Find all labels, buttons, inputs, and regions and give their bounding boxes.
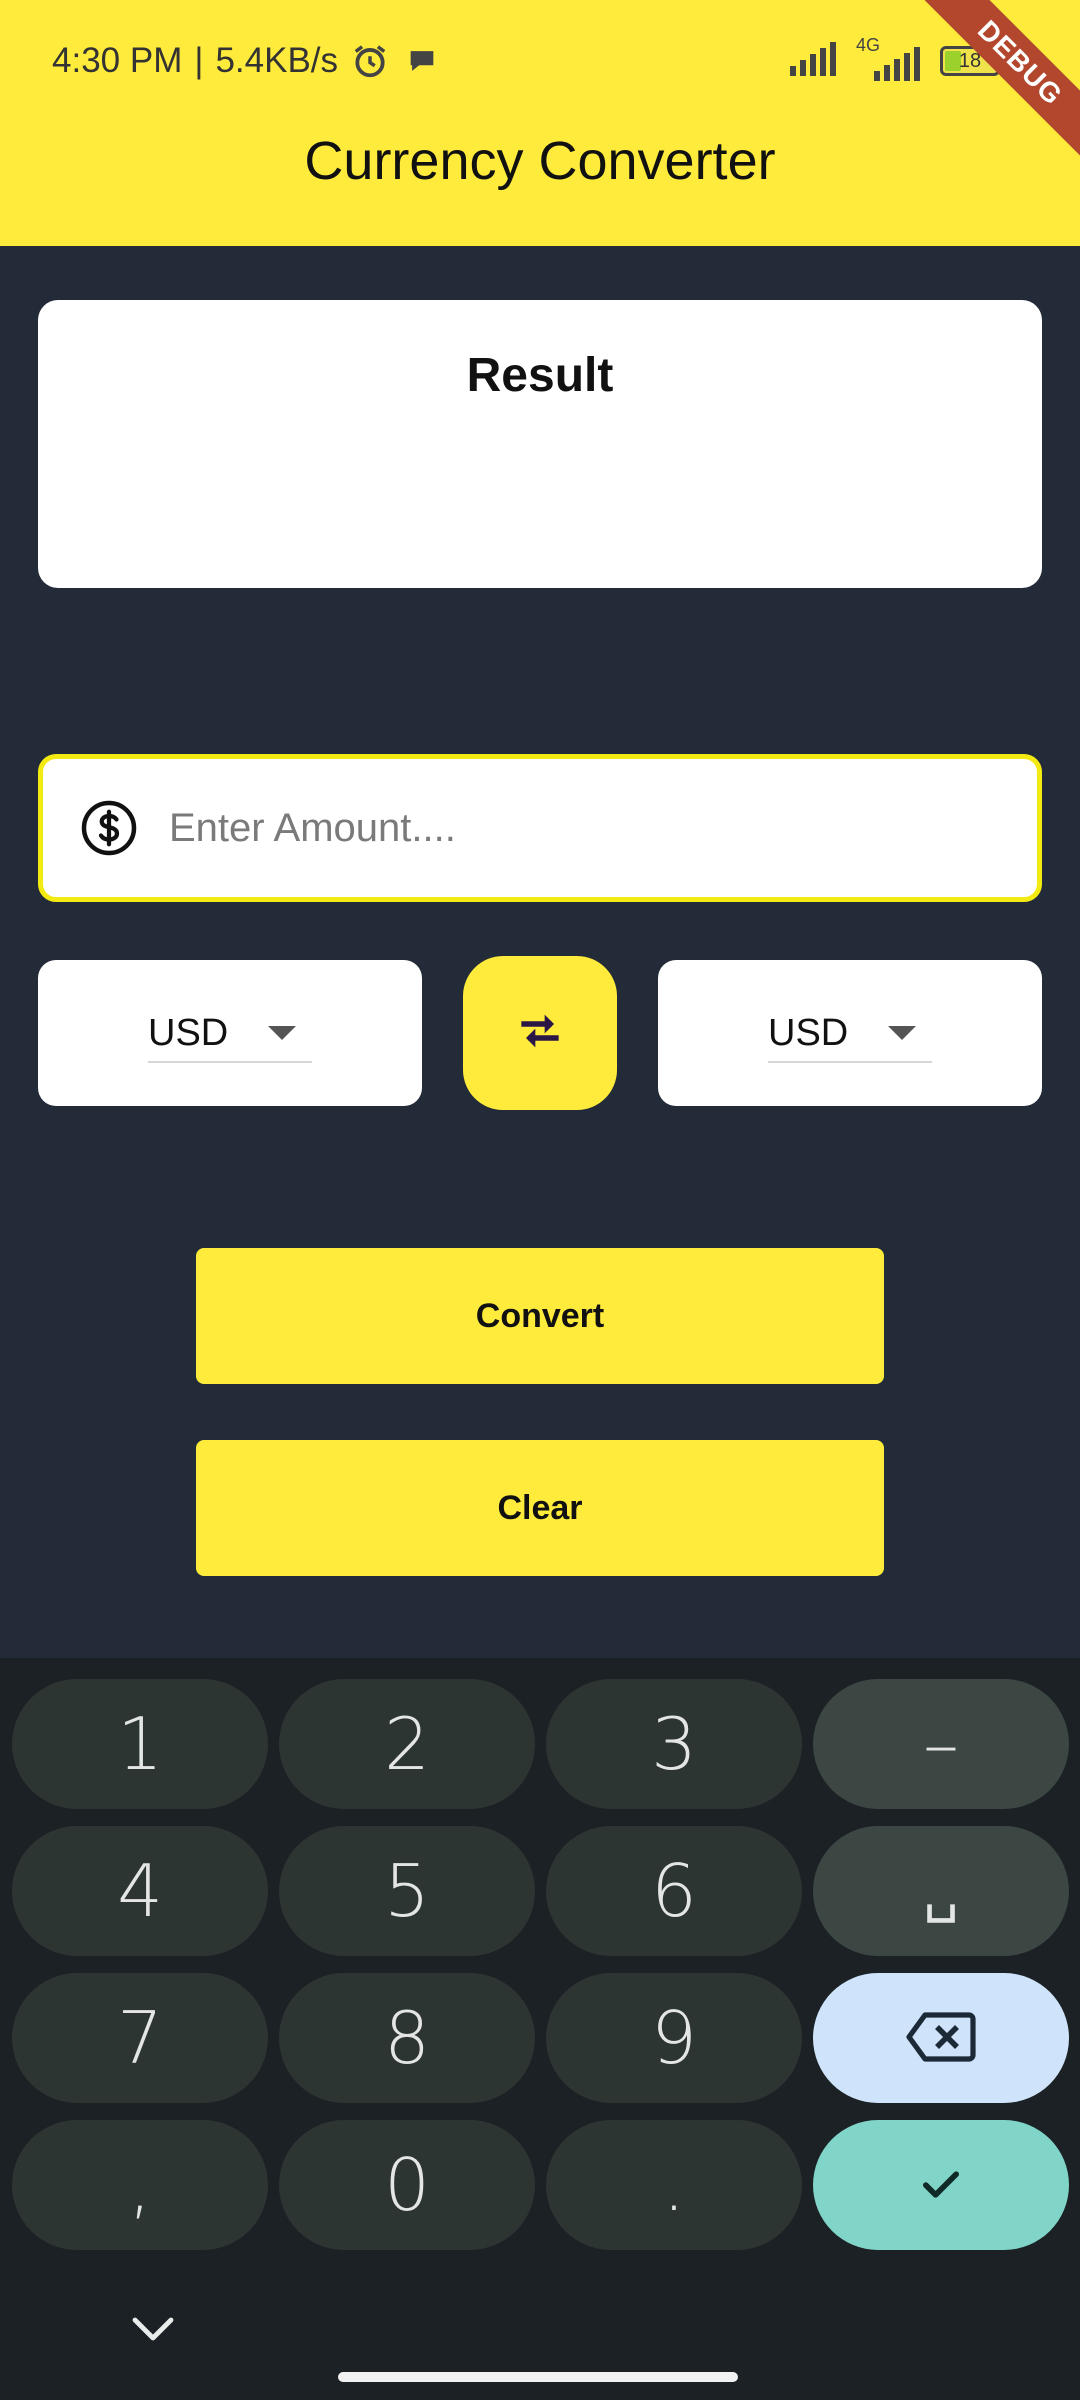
to-currency-dropdown[interactable]: USD: [658, 960, 1042, 1106]
key-8[interactable]: 8: [279, 1973, 535, 2103]
dropdown-arrow-icon: [888, 1026, 916, 1040]
alarm-icon: [350, 41, 390, 81]
result-title: Result: [466, 349, 614, 402]
key-4[interactable]: 4: [12, 1826, 268, 1956]
backspace-icon: [905, 1996, 977, 2080]
amount-input[interactable]: [169, 805, 989, 851]
key-5[interactable]: 5: [279, 1826, 535, 1956]
amount-field[interactable]: [38, 754, 1042, 902]
key-3[interactable]: 3: [546, 1679, 802, 1809]
hide-keyboard-chevron-icon[interactable]: [118, 2300, 188, 2360]
signal-icon: [790, 41, 842, 81]
page-title: Currency Converter: [304, 131, 776, 191]
key-0[interactable]: 0: [279, 2120, 535, 2250]
key-space[interactable]: ␣: [813, 1826, 1069, 1956]
key-minus[interactable]: –: [813, 1679, 1069, 1809]
status-time: 4:30 PM: [52, 41, 183, 80]
swap-button[interactable]: [463, 956, 617, 1110]
convert-button[interactable]: Convert: [196, 1248, 884, 1384]
home-indicator[interactable]: [338, 2372, 738, 2382]
key-6[interactable]: 6: [546, 1826, 802, 1956]
status-bar: 4:30 PM | 5.4KB/s: [52, 36, 442, 86]
status-speed: 5.4KB/s: [215, 41, 339, 80]
key-9[interactable]: 9: [546, 1973, 802, 2103]
chat-bubble-icon: [402, 41, 442, 81]
screen: 4:30 PM | 5.4KB/s 4G 18 DEBUG Currency C…: [0, 0, 1080, 2400]
key-7[interactable]: 7: [12, 1973, 268, 2103]
numeric-keyboard: 1 2 3 – 4 5 6 ␣ 7 8 9 , 0 .: [0, 1658, 1080, 2400]
clear-button[interactable]: Clear: [196, 1440, 884, 1576]
dropdown-arrow-icon: [268, 1026, 296, 1040]
check-icon: [915, 2143, 967, 2227]
key-1[interactable]: 1: [12, 1679, 268, 1809]
from-currency-value: USD: [148, 1011, 229, 1054]
dollar-circle-icon: [79, 798, 139, 858]
key-period[interactable]: .: [546, 2120, 802, 2250]
swap-arrows-icon: [512, 1003, 568, 1064]
to-currency-value: USD: [768, 1011, 849, 1054]
key-comma[interactable]: ,: [12, 2120, 268, 2250]
signal-4g-icon: 4G: [856, 35, 926, 81]
app-bar: 4:30 PM | 5.4KB/s 4G 18 DEBUG Currency C…: [0, 0, 1080, 246]
status-separator: |: [194, 41, 204, 80]
key-2[interactable]: 2: [279, 1679, 535, 1809]
key-backspace[interactable]: [813, 1973, 1069, 2103]
key-done[interactable]: [813, 2120, 1069, 2250]
from-currency-dropdown[interactable]: USD: [38, 960, 422, 1106]
result-card: Result: [38, 300, 1042, 588]
